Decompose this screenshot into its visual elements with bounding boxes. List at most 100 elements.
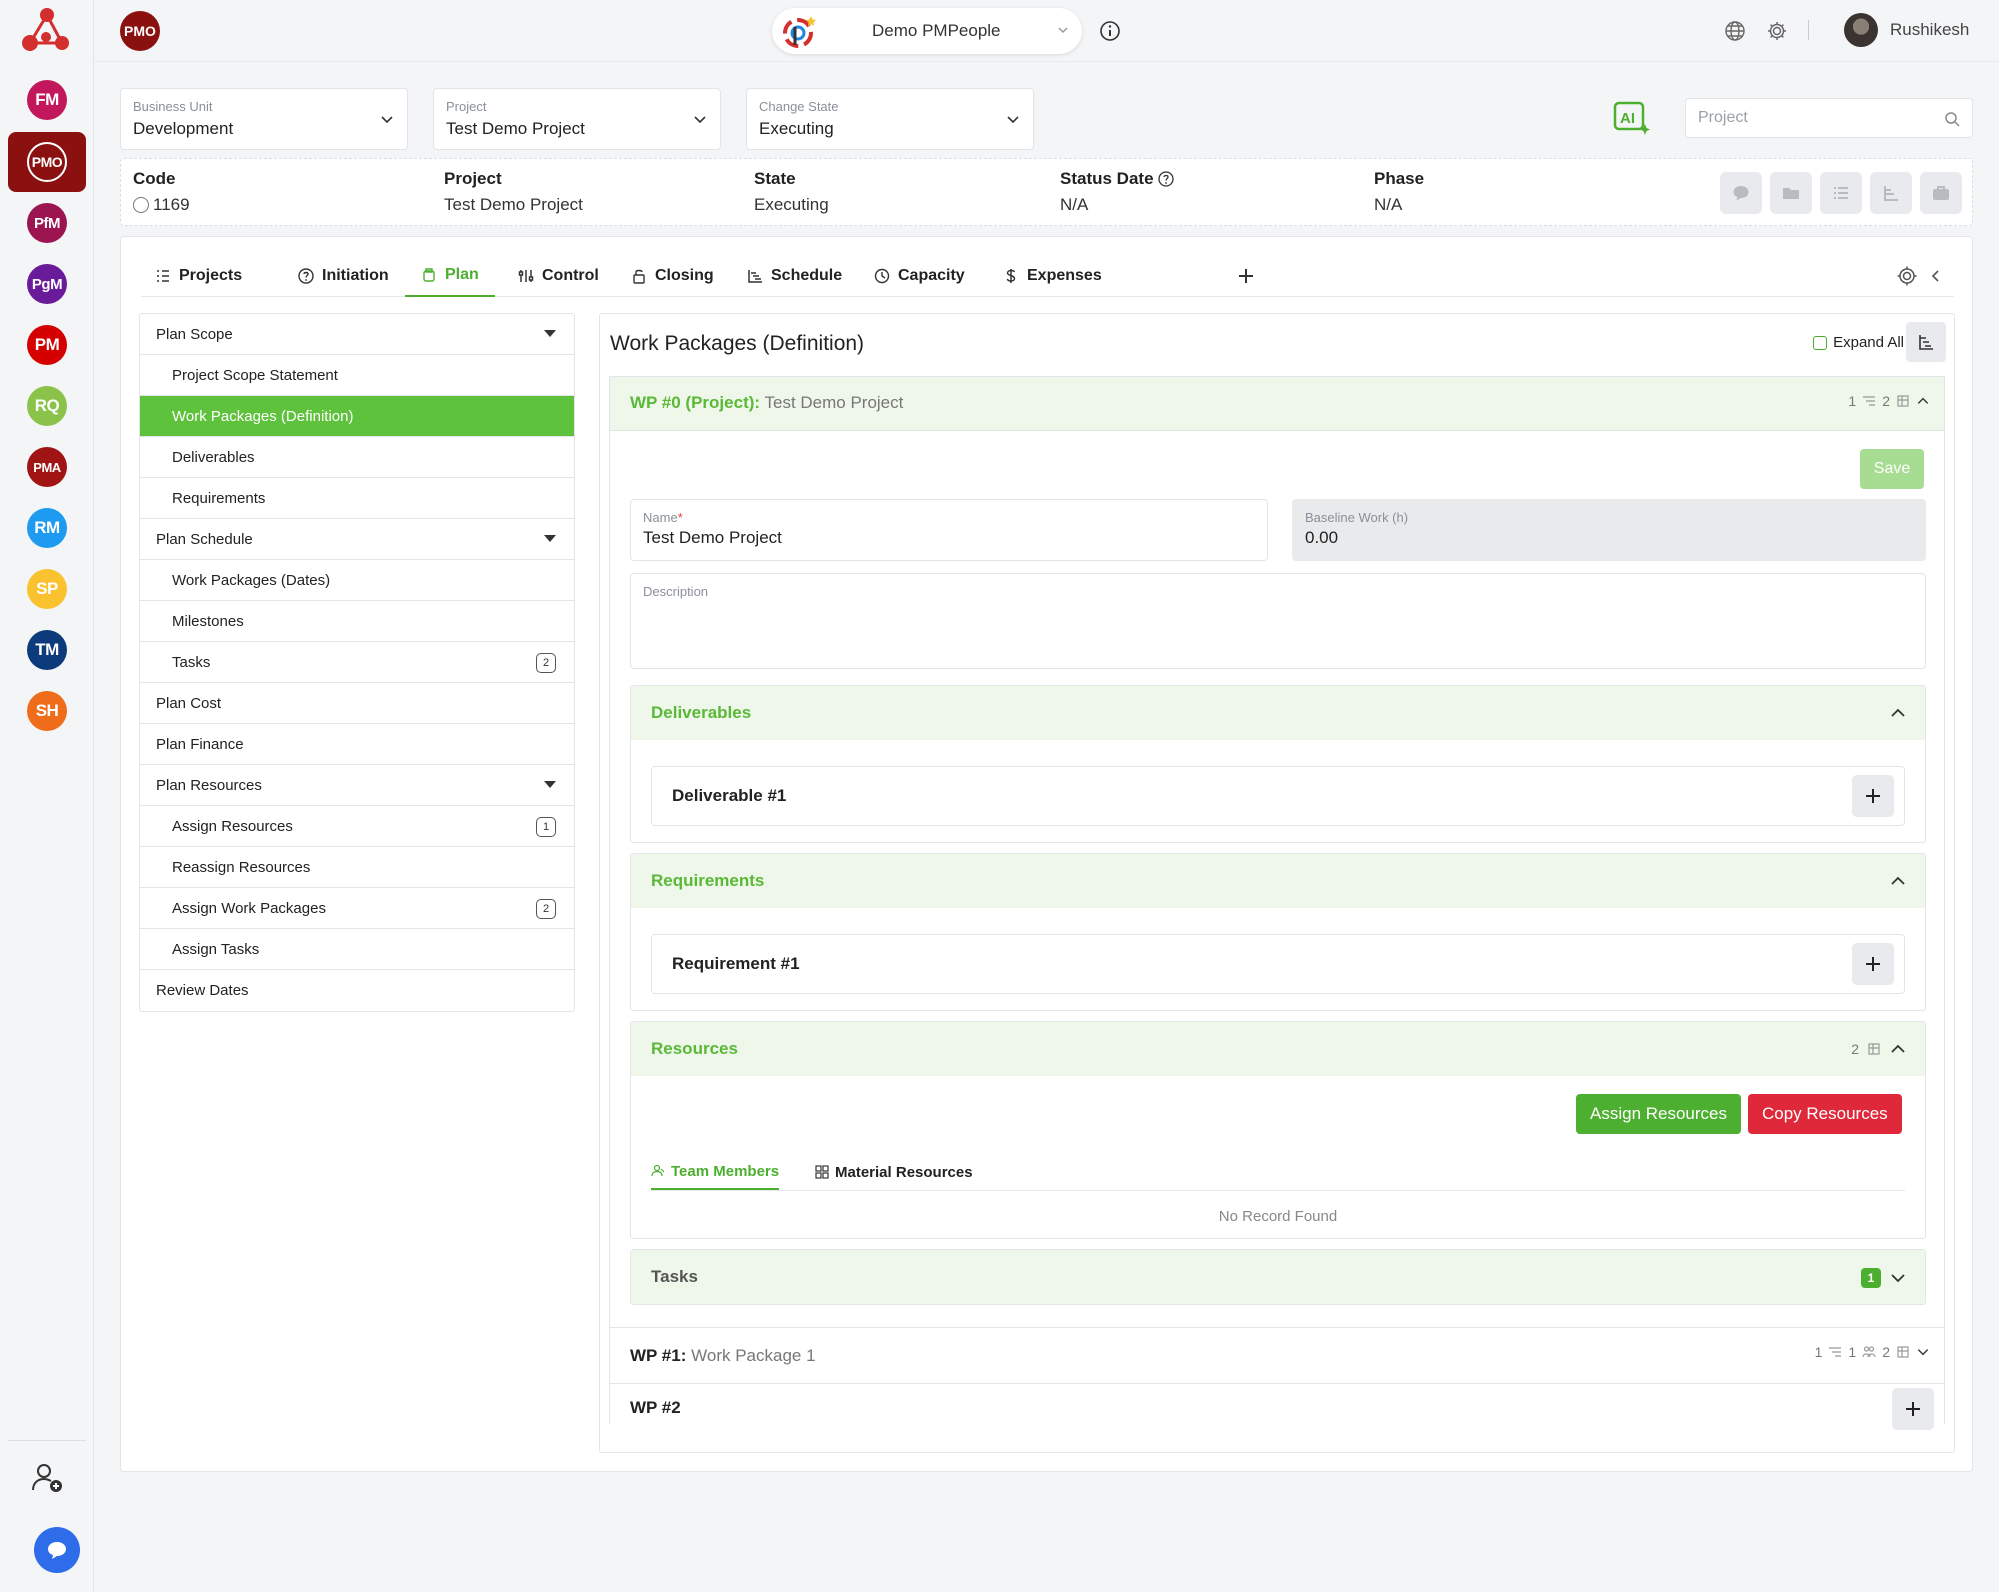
tab-plan[interactable]: Plan [405, 255, 495, 297]
subnav-plan-schedule[interactable]: Plan Schedule [140, 519, 574, 560]
assign-resources-button[interactable]: Assign Resources [1576, 1094, 1742, 1134]
deliverable-name: Deliverable #1 [672, 786, 787, 805]
plan-icon [423, 268, 435, 282]
hierarchy-button[interactable] [1870, 172, 1912, 214]
top-bar: PMO Demo PMPeople Rushikesh [94, 0, 1999, 62]
wp2-title: WP #2 [630, 1398, 681, 1418]
subnav-review-dates[interactable]: Review Dates [140, 970, 574, 1011]
subnav-work-packages-definition[interactable]: Work Packages (Definition) [140, 396, 574, 437]
tab-control[interactable]: Control [516, 255, 601, 297]
description-field[interactable]: Description [630, 573, 1926, 669]
project-search-box[interactable] [1685, 98, 1973, 138]
subnav-label: Assign Work Packages [172, 899, 326, 917]
rail-item-pma[interactable]: PMA [27, 447, 67, 487]
tab-capacity[interactable]: Capacity [872, 255, 967, 297]
chat-button[interactable] [34, 1527, 80, 1573]
subnav-assign-work-packages[interactable]: Assign Work Packages 2 [140, 888, 574, 929]
subnav-deliverables[interactable]: Deliverables [140, 437, 574, 478]
chevron-up-icon[interactable] [1889, 1040, 1907, 1058]
subnav-plan-cost[interactable]: Plan Cost [140, 683, 574, 724]
briefcase-icon [1933, 186, 1949, 200]
wp0-resource-count: 2 [1882, 393, 1890, 409]
work-package-1-row[interactable]: WP #1: Work Package 1 1 1 2 [610, 1327, 1944, 1383]
chevron-up-icon[interactable] [1916, 394, 1930, 408]
organization-selector[interactable]: Demo PMPeople [772, 8, 1082, 54]
rail-item-pmo[interactable]: PMO [27, 142, 67, 182]
subnav-assign-resources[interactable]: Assign Resources 1 [140, 806, 574, 847]
tab-settings-gear-icon[interactable] [1896, 265, 1918, 287]
chevron-up-icon[interactable] [1889, 872, 1907, 890]
subnav-label: Work Packages (Dates) [172, 571, 331, 589]
save-button[interactable]: Save [1860, 449, 1924, 489]
rail-item-rm[interactable]: RM [27, 508, 67, 548]
chevron-left-icon[interactable] [1928, 268, 1944, 284]
subnav-reassign-resources[interactable]: Reassign Resources [140, 847, 574, 888]
rail-item-fm[interactable]: FM [27, 80, 67, 120]
rail-item-sh[interactable]: SH [27, 691, 67, 731]
subnav-project-scope-statement[interactable]: Project Scope Statement [140, 355, 574, 396]
subnav-assign-tasks[interactable]: Assign Tasks [140, 929, 574, 970]
user-name[interactable]: Rushikesh [1890, 20, 1969, 40]
rail-item-pfm[interactable]: PfM [27, 203, 67, 243]
rail-item-rq[interactable]: RQ [27, 386, 67, 426]
subnav-milestones[interactable]: Milestones [140, 601, 574, 642]
add-requirement-button[interactable] [1852, 943, 1894, 985]
subnav-plan-resources[interactable]: Plan Resources [140, 765, 574, 806]
app-logo-icon[interactable] [20, 5, 72, 55]
control-icon [518, 270, 534, 282]
add-tab-icon[interactable] [1235, 265, 1257, 287]
info-icon[interactable] [1099, 20, 1121, 42]
rail-item-pgm[interactable]: PgM [27, 264, 67, 304]
project-select[interactable]: Project Test Demo Project [433, 88, 721, 150]
rail-item-sp[interactable]: SP [27, 569, 67, 609]
tab-closing[interactable]: Closing [629, 255, 716, 297]
requirements-header[interactable]: Requirements [631, 854, 1925, 908]
subnav-plan-scope[interactable]: Plan Scope [140, 314, 574, 355]
search-icon[interactable] [1944, 111, 1960, 127]
tab-expenses[interactable]: Expenses [1001, 255, 1104, 297]
globe-icon[interactable] [1724, 20, 1746, 42]
caret-down-icon [544, 535, 556, 542]
tab-initiation[interactable]: Initiation [296, 255, 391, 297]
settings-gear-icon[interactable] [1766, 20, 1788, 42]
subnav-plan-finance[interactable]: Plan Finance [140, 724, 574, 765]
tree-view-button[interactable] [1906, 322, 1946, 362]
copy-resources-button[interactable]: Copy Resources [1748, 1094, 1902, 1134]
ai-assistant-icon[interactable]: AI [1612, 100, 1652, 138]
help-icon[interactable] [1157, 171, 1174, 187]
wp0-header[interactable]: WP #0 (Project): Test Demo Project 1 2 [610, 377, 1944, 431]
module-badge[interactable]: PMO [120, 11, 160, 51]
tab-team-members[interactable]: Team Members [651, 1154, 780, 1190]
subnav-requirements[interactable]: Requirements [140, 478, 574, 519]
tab-material-resources[interactable]: Material Resources [815, 1154, 973, 1190]
chevron-down-icon[interactable] [1916, 1345, 1930, 1359]
briefcase-button[interactable] [1920, 172, 1962, 214]
wp0-deliverable-count: 1 [1848, 393, 1857, 409]
add-work-package-button[interactable] [1892, 1388, 1934, 1430]
subnav-tasks[interactable]: Tasks 2 [140, 642, 574, 683]
change-state-select[interactable]: Change State Executing [746, 88, 1034, 150]
business-unit-select[interactable]: Business Unit Development [120, 88, 408, 150]
add-user-icon[interactable] [30, 1460, 66, 1496]
tasks-title: Tasks [651, 1267, 698, 1286]
rail-item-pm[interactable]: PM [27, 325, 67, 365]
tab-schedule[interactable]: Schedule [745, 255, 844, 297]
resources-header[interactable]: Resources 2 [631, 1022, 1925, 1076]
chevron-down-icon[interactable] [1889, 1269, 1907, 1287]
subnav-work-packages-dates[interactable]: Work Packages (Dates) [140, 560, 574, 601]
user-avatar[interactable] [1844, 13, 1878, 47]
expand-all-toggle[interactable]: Expand All [1813, 334, 1904, 351]
rail-item-tm[interactable]: TM [27, 630, 67, 670]
name-field[interactable]: Name* Test Demo Project [630, 499, 1268, 561]
folder-button[interactable] [1770, 172, 1812, 214]
comments-button[interactable] [1720, 172, 1762, 214]
add-deliverable-button[interactable] [1852, 775, 1894, 817]
expand-all-checkbox[interactable] [1813, 335, 1828, 350]
project-search-input[interactable] [1698, 109, 1928, 127]
radio-icon[interactable] [133, 197, 149, 213]
list-button[interactable] [1820, 172, 1862, 214]
chevron-up-icon[interactable] [1889, 704, 1907, 722]
deliverables-header[interactable]: Deliverables [631, 686, 1925, 740]
tab-projects[interactable]: Projects [153, 255, 244, 297]
tasks-header[interactable]: Tasks 1 [631, 1250, 1925, 1304]
